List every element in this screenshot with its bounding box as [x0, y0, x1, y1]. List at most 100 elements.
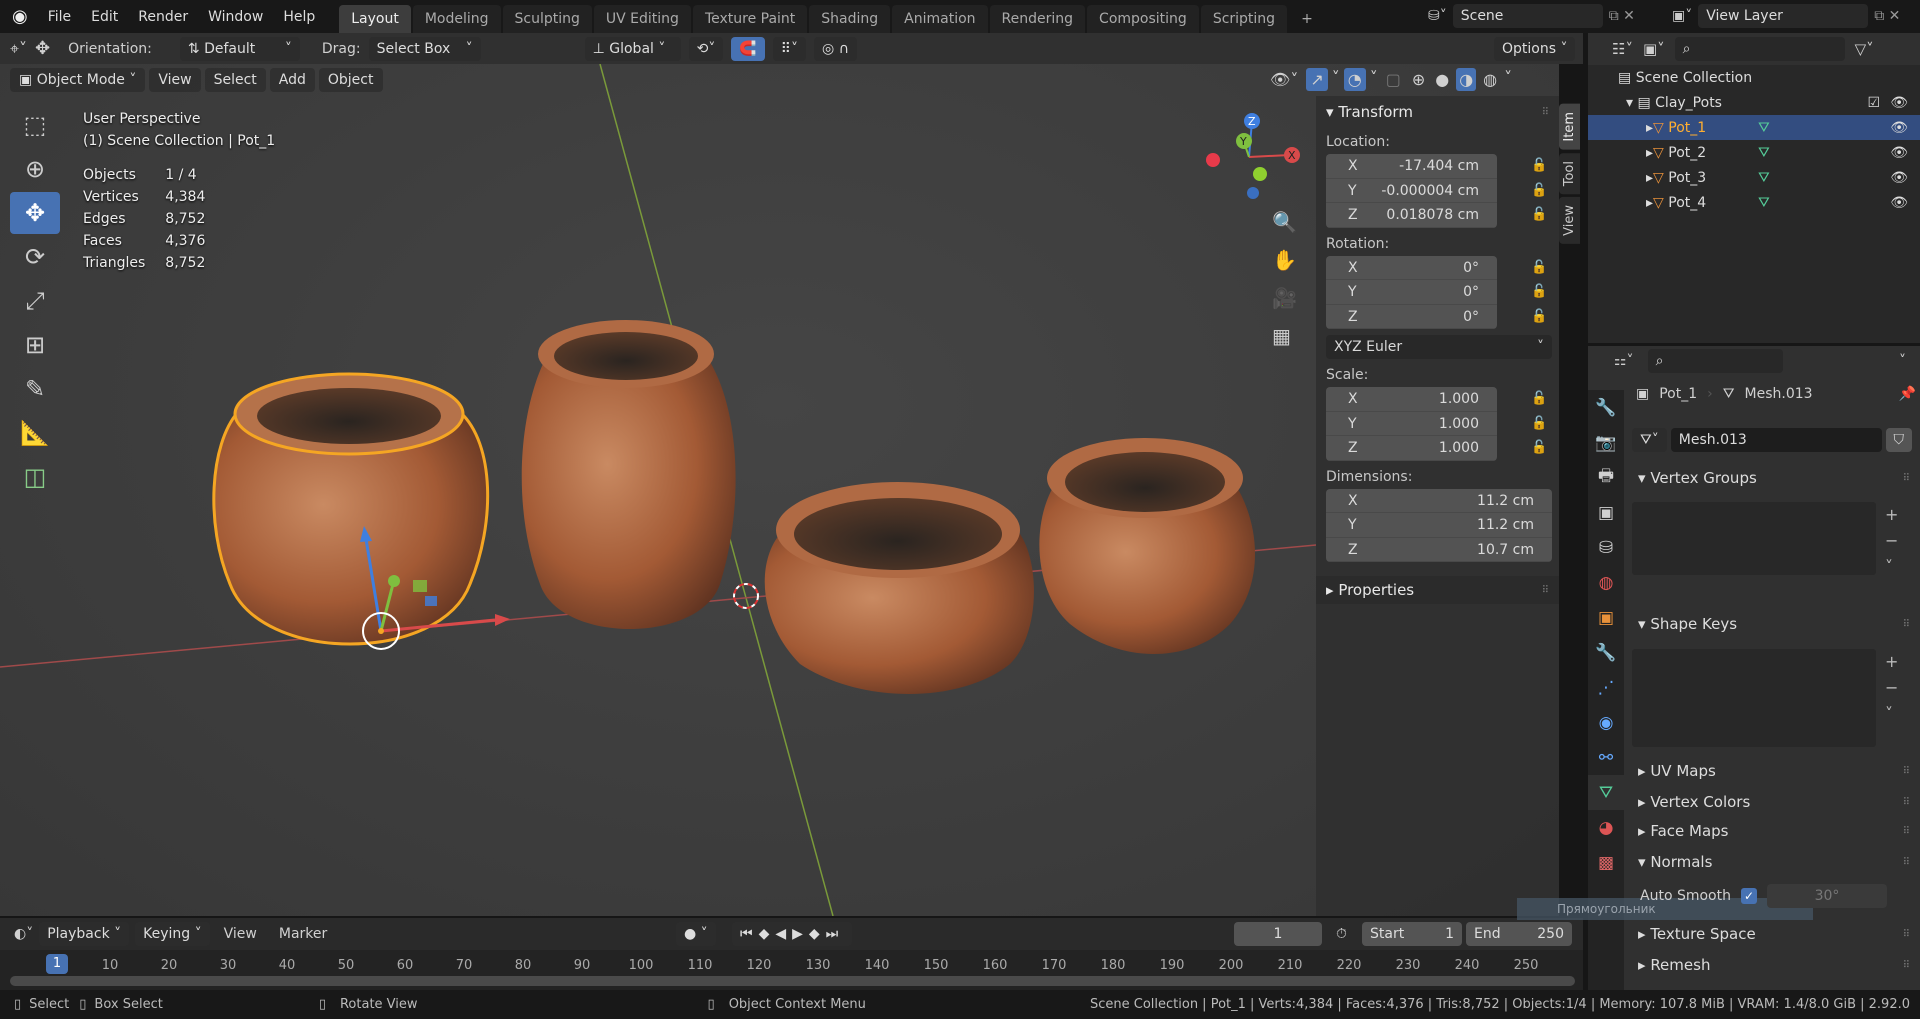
transform-pivot-icon[interactable]: ⌖˅: [10, 39, 27, 59]
face-maps-panel-header[interactable]: ▸ Face Maps ⠿: [1630, 817, 1920, 845]
menu-view[interactable]: View: [149, 68, 201, 92]
rotation-x-field[interactable]: X 0°: [1326, 256, 1497, 280]
perspective-grid-icon[interactable]: ▦: [1272, 324, 1297, 348]
modifier-tab-icon[interactable]: 🔧: [1588, 635, 1624, 670]
transform-tool-icon[interactable]: ⊞: [10, 324, 60, 366]
outliner-item-pot-3[interactable]: ▸ ▽ Pot_3 ⛛ 👁: [1588, 165, 1920, 190]
overlay-dropdown[interactable]: ˅: [1370, 68, 1378, 91]
menu-help[interactable]: Help: [273, 9, 325, 25]
texture-space-panel-header[interactable]: ▸ Texture Space ⠿: [1630, 920, 1920, 948]
shape-keys-buttons[interactable]: + − ˅: [1885, 649, 1898, 727]
auto-smooth-checkbox[interactable]: ✓: [1740, 888, 1757, 904]
dimensions-z-field[interactable]: Z 10.7 cm: [1326, 538, 1552, 562]
world-tab-icon[interactable]: ◍: [1588, 565, 1624, 600]
particles-tab-icon[interactable]: ⋰: [1588, 670, 1624, 705]
tab-uv-editing[interactable]: UV Editing: [593, 5, 691, 33]
shape-keys-panel-header[interactable]: ▾ Shape Keys ⠿: [1630, 610, 1920, 638]
tab-shading[interactable]: Shading: [809, 5, 891, 33]
select-box-tool-icon[interactable]: ⬚: [10, 104, 60, 146]
menu-file[interactable]: File: [38, 9, 81, 25]
auto-keying-toggle[interactable]: ● ˅: [676, 922, 716, 946]
outliner-search-input[interactable]: ⌕: [1674, 37, 1845, 61]
vertex-groups-buttons[interactable]: + − ˅: [1885, 502, 1898, 580]
camera-view-icon[interactable]: 🎥: [1272, 286, 1297, 310]
add-workspace-button[interactable]: +: [1289, 5, 1325, 33]
overlay-toggle-icon[interactable]: ◔: [1343, 68, 1366, 91]
outliner-item-pot-2[interactable]: ▸ ▽ Pot_2 ⛛ 👁: [1588, 140, 1920, 165]
scene-field[interactable]: Scene: [1452, 4, 1603, 28]
shape-keys-list[interactable]: [1632, 649, 1876, 747]
rotation-mode-dropdown[interactable]: XYZ Euler ˅: [1326, 335, 1552, 359]
shading-dropdown[interactable]: ˅: [1504, 68, 1512, 91]
tool-tab-icon[interactable]: 🔧: [1588, 390, 1624, 425]
gizmo-toggle-icon[interactable]: ↗: [1306, 68, 1328, 91]
filter-icon[interactable]: ▽˅: [1855, 40, 1874, 58]
scale-lock-icons[interactable]: 🔓 🔓 🔓: [1531, 387, 1547, 461]
tab-tool[interactable]: Tool: [1559, 152, 1580, 194]
visibility-icon[interactable]: 👁˅: [1266, 68, 1302, 91]
filter-view-layer-icon[interactable]: ▣˅: [1643, 40, 1665, 58]
tab-item[interactable]: Item: [1559, 104, 1580, 150]
display-mode-icon[interactable]: ☷˅: [1612, 40, 1633, 58]
solid-shading-icon[interactable]: ●: [1432, 68, 1452, 91]
end-frame-field[interactable]: End 250: [1466, 922, 1572, 946]
tab-sculpting[interactable]: Sculpting: [502, 5, 592, 33]
object-tab-icon[interactable]: ▣: [1588, 600, 1624, 635]
transform-panel-header[interactable]: ▾ Transform ⠿: [1316, 98, 1559, 126]
scale-z-field[interactable]: Z 1.000: [1326, 436, 1497, 461]
object-mode-dropdown[interactable]: ▣ Object Mode ˅: [10, 68, 146, 92]
menu-edit[interactable]: Edit: [81, 9, 128, 25]
blender-logo-icon[interactable]: ◉: [0, 6, 38, 27]
view-layer-field[interactable]: View Layer: [1698, 4, 1869, 28]
vertex-groups-list[interactable]: [1632, 502, 1876, 575]
tab-animation[interactable]: Animation: [892, 5, 988, 33]
timeline-scrollbar[interactable]: [10, 976, 1575, 986]
orientation-dropdown[interactable]: ⇅ Default ˅: [179, 36, 300, 61]
mesh-browse-button[interactable]: ⛛˅: [1632, 428, 1667, 452]
rendered-shading-icon[interactable]: ◍: [1480, 68, 1500, 91]
outliner-item-pot-4[interactable]: ▸ ▽ Pot_4 ⛛ 👁: [1588, 190, 1920, 215]
location-z-field[interactable]: Z 0.018078 cm: [1326, 203, 1497, 228]
render-tab-icon[interactable]: 📷: [1588, 425, 1624, 460]
zoom-icon[interactable]: 🔍: [1272, 210, 1297, 234]
visibility-eye-icon[interactable]: 👁: [1890, 120, 1908, 136]
annotate-tool-icon[interactable]: ✎: [10, 368, 60, 410]
visibility-eye-icon[interactable]: 👁: [1890, 95, 1908, 111]
tab-view[interactable]: View: [1559, 196, 1580, 244]
measure-tool-icon[interactable]: 📐: [10, 412, 60, 454]
mesh-data-tab-icon[interactable]: ⛛: [1588, 775, 1624, 810]
constraints-tab-icon[interactable]: ⚯: [1588, 740, 1624, 775]
drag-dropdown[interactable]: Select Box ˅: [368, 36, 481, 61]
tab-scripting[interactable]: Scripting: [1200, 5, 1288, 33]
add-cube-tool-icon[interactable]: ◫: [10, 456, 60, 498]
fake-user-shield-icon[interactable]: ⛉: [1885, 428, 1912, 452]
outliner-item-pot-1[interactable]: ▸ ▽ Pot_1 ⛛ 👁: [1588, 115, 1920, 140]
output-tab-icon[interactable]: 🖶: [1588, 460, 1624, 495]
move-tool-icon[interactable]: ✥: [10, 192, 60, 234]
snap-target-dropdown[interactable]: ⠿˅: [772, 36, 807, 61]
view-layer-tab-icon[interactable]: ▣: [1588, 495, 1624, 530]
location-x-field[interactable]: X -17.404 cm: [1326, 154, 1497, 179]
menu-render[interactable]: Render: [128, 9, 198, 25]
tab-rendering[interactable]: Rendering: [989, 5, 1086, 33]
remesh-panel-header[interactable]: ▸ Remesh ⠿: [1630, 951, 1920, 979]
pot-2[interactable]: [521, 320, 736, 629]
visibility-eye-icon[interactable]: 👁: [1890, 170, 1908, 186]
menu-view[interactable]: View: [216, 926, 265, 942]
menu-window[interactable]: Window: [198, 9, 273, 25]
uv-maps-panel-header[interactable]: ▸ UV Maps ⠿: [1630, 757, 1920, 785]
cursor-tool-icon[interactable]: ⊕: [10, 148, 60, 190]
dimensions-y-field[interactable]: Y 11.2 cm: [1326, 513, 1552, 538]
options-dropdown[interactable]: Options ˅: [1494, 36, 1576, 61]
material-tab-icon[interactable]: ◕: [1588, 810, 1624, 845]
mesh-name-field[interactable]: Mesh.013: [1670, 428, 1882, 452]
pivot-point-dropdown[interactable]: ⟲˅: [688, 36, 724, 61]
playback-dropdown[interactable]: Playback ˅: [39, 922, 130, 946]
playback-controls[interactable]: ⏮◆◀▶◆⏭: [732, 922, 853, 946]
location-y-field[interactable]: Y -0.000004 cm: [1326, 179, 1497, 203]
properties-options-dropdown[interactable]: ˅: [1899, 353, 1906, 369]
snap-toggle[interactable]: 🧲: [731, 36, 765, 61]
navigation-gizmo[interactable]: Z X Y: [1206, 113, 1300, 199]
tab-compositing[interactable]: Compositing: [1087, 5, 1199, 33]
menu-object[interactable]: Object: [318, 68, 383, 92]
